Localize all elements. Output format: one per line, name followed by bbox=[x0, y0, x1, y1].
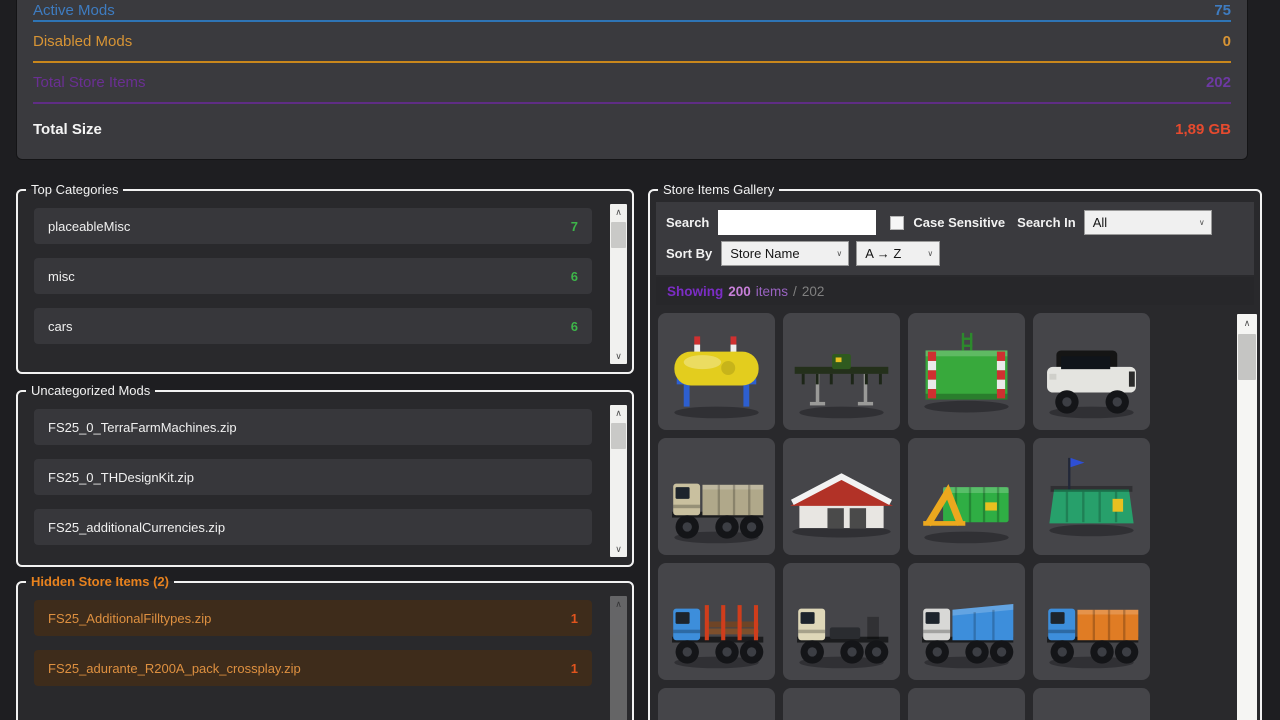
chevron-down-icon: ∨ bbox=[1199, 218, 1205, 227]
gallery-tile-empty[interactable] bbox=[1033, 688, 1150, 720]
sort-direction-dropdown[interactable]: A → Z ∨ bbox=[856, 241, 940, 266]
gallery-status-bar: Showing 200 items / 202 bbox=[656, 277, 1254, 305]
scroll-thumb[interactable] bbox=[1238, 334, 1256, 380]
list-item-label: misc bbox=[48, 269, 75, 284]
showing-total: 202 bbox=[802, 284, 825, 299]
sort-by-dropdown[interactable]: Store Name ∨ bbox=[721, 241, 849, 266]
search-in-selected: All bbox=[1093, 215, 1107, 230]
list-item[interactable]: placeableMisc 7 bbox=[34, 208, 592, 244]
list-item[interactable]: cars 6 bbox=[34, 308, 592, 344]
gallery-tile-yellow-fertilizer-sprayer[interactable] bbox=[658, 313, 775, 430]
case-sensitive-label: Case Sensitive bbox=[913, 215, 1005, 230]
gallery-tile-empty[interactable] bbox=[783, 688, 900, 720]
list-item-count: 6 bbox=[571, 269, 578, 284]
gallery-grid bbox=[656, 307, 1254, 720]
scroll-up-icon[interactable]: ∧ bbox=[1237, 314, 1257, 332]
case-sensitive-checkbox[interactable] bbox=[890, 216, 904, 230]
mod-manager-window: Active Mods 75 Disabled Mods 0 Total Store I… bbox=[0, 0, 1280, 720]
top-categories-groupbox: Top Categories placeableMisc7misc6cars6 … bbox=[16, 183, 634, 374]
showing-items-word: items bbox=[756, 284, 788, 299]
uncategorized-mods-groupbox: Uncategorized Mods FS25_0_TerraFarmMachi… bbox=[16, 384, 634, 567]
gallery-tile-white-suv[interactable] bbox=[1033, 313, 1150, 430]
list-item[interactable]: misc 6 bbox=[34, 258, 592, 294]
scroll-down-icon[interactable]: ∨ bbox=[610, 541, 627, 557]
stat-label: Total Size bbox=[33, 121, 102, 138]
gallery-tile-empty[interactable] bbox=[658, 688, 775, 720]
hidden-store-items-title: Hidden Store Items (2) bbox=[26, 575, 174, 588]
stat-value: 0 bbox=[1223, 33, 1231, 50]
scroll-thumb[interactable] bbox=[611, 222, 626, 248]
scroll-down-icon[interactable]: ∨ bbox=[610, 348, 627, 364]
gallery-tile-green-planter-implement[interactable] bbox=[783, 313, 900, 430]
search-in-dropdown[interactable]: All ∨ bbox=[1084, 210, 1212, 235]
list-item-label: placeableMisc bbox=[48, 219, 130, 234]
list-item-label: FS25_AdditionalFilltypes.zip bbox=[48, 611, 211, 626]
sort-by-label: Sort By bbox=[666, 246, 712, 261]
gallery-tile-teal-dumpster-blue-flag[interactable] bbox=[1033, 438, 1150, 555]
top-categories-title: Top Categories bbox=[26, 183, 123, 196]
chevron-down-icon: ∨ bbox=[836, 249, 842, 258]
search-input[interactable] bbox=[718, 210, 876, 235]
list-item-label: FS25_additionalCurrencies.zip bbox=[48, 520, 225, 535]
gallery-tile-green-trailer-yellow-hitch[interactable] bbox=[908, 438, 1025, 555]
sort-by-selected: Store Name bbox=[730, 246, 799, 261]
list-item-count: 1 bbox=[571, 611, 578, 626]
showing-count: 200 bbox=[728, 284, 751, 299]
showing-label: Showing bbox=[667, 284, 723, 299]
sort-direction-selected: A → Z bbox=[865, 246, 901, 261]
search-label: Search bbox=[666, 215, 709, 230]
list-item-label: FS25_0_THDesignKit.zip bbox=[48, 470, 194, 485]
hidden-store-items-groupbox: Hidden Store Items (2) FS25_AdditionalFi… bbox=[16, 575, 634, 720]
stat-label: Disabled Mods bbox=[33, 33, 132, 50]
list-item[interactable]: FS25_additionalCurrencies.zip bbox=[34, 509, 592, 545]
gallery-tile-beige-truck-chassis[interactable] bbox=[783, 563, 900, 680]
gallery-tile-green-striped-container[interactable] bbox=[908, 313, 1025, 430]
stat-row: Disabled Mods 0 bbox=[33, 22, 1231, 63]
gallery-tile-blue-log-truck[interactable] bbox=[658, 563, 775, 680]
scroll-up-icon[interactable]: ∧ bbox=[610, 405, 627, 421]
gallery-scrollbar[interactable]: ∧ bbox=[1237, 314, 1257, 720]
list-item[interactable]: FS25_0_TerraFarmMachines.zip bbox=[34, 409, 592, 445]
gallery-tile-empty[interactable] bbox=[908, 688, 1025, 720]
stat-row: Active Mods 75 bbox=[33, 0, 1231, 22]
stat-value: 202 bbox=[1206, 74, 1231, 91]
gallery-tile-blue-dump-truck[interactable] bbox=[908, 563, 1025, 680]
list-item[interactable]: FS25_adurante_R200A_pack_crossplay.zip 1 bbox=[34, 650, 592, 686]
stat-label: Active Mods bbox=[33, 2, 115, 19]
gallery-toolbar: Search Case Sensitive Search In All ∨ So… bbox=[656, 202, 1254, 275]
uncategorized-mods-title: Uncategorized Mods bbox=[26, 384, 155, 397]
showing-separator: / bbox=[793, 284, 797, 299]
stat-value: 1,89 GB bbox=[1175, 121, 1231, 138]
gallery-tile-beige-military-truck[interactable] bbox=[658, 438, 775, 555]
stat-value: 75 bbox=[1214, 2, 1231, 19]
stat-row: Total Store Items 202 bbox=[33, 63, 1231, 104]
list-item-count: 1 bbox=[571, 661, 578, 676]
list-item[interactable]: FS25_AdditionalFilltypes.zip 1 bbox=[34, 600, 592, 636]
list-item-label: FS25_adurante_R200A_pack_crossplay.zip bbox=[48, 661, 301, 676]
store-items-gallery-title: Store Items Gallery bbox=[658, 183, 779, 196]
scroll-up-icon: ∧ bbox=[610, 596, 627, 612]
uncategorized-scrollbar[interactable]: ∧ ∨ bbox=[610, 405, 627, 557]
stats-panel: Active Mods 75 Disabled Mods 0 Total Store I… bbox=[16, 0, 1248, 160]
list-item-count: 6 bbox=[571, 319, 578, 334]
list-item-count: 7 bbox=[571, 219, 578, 234]
search-in-label: Search In bbox=[1017, 215, 1076, 230]
list-item-label: cars bbox=[48, 319, 73, 334]
chevron-down-icon: ∨ bbox=[927, 249, 933, 258]
gallery-tile-red-roof-building[interactable] bbox=[783, 438, 900, 555]
scroll-up-icon[interactable]: ∧ bbox=[610, 204, 627, 220]
store-items-gallery-groupbox: Store Items Gallery Search Case Sensitiv… bbox=[648, 183, 1262, 720]
stat-row: Total Size 1,89 GB bbox=[33, 104, 1231, 154]
scroll-thumb[interactable] bbox=[611, 423, 626, 449]
hidden-items-scrollbar: ∧ ∨ bbox=[610, 596, 627, 720]
list-item[interactable]: FS25_0_THDesignKit.zip bbox=[34, 459, 592, 495]
gallery-tile-blue-truck-orange-bed[interactable] bbox=[1033, 563, 1150, 680]
list-item-label: FS25_0_TerraFarmMachines.zip bbox=[48, 420, 237, 435]
top-categories-scrollbar[interactable]: ∧ ∨ bbox=[610, 204, 627, 364]
stat-label: Total Store Items bbox=[33, 74, 146, 91]
